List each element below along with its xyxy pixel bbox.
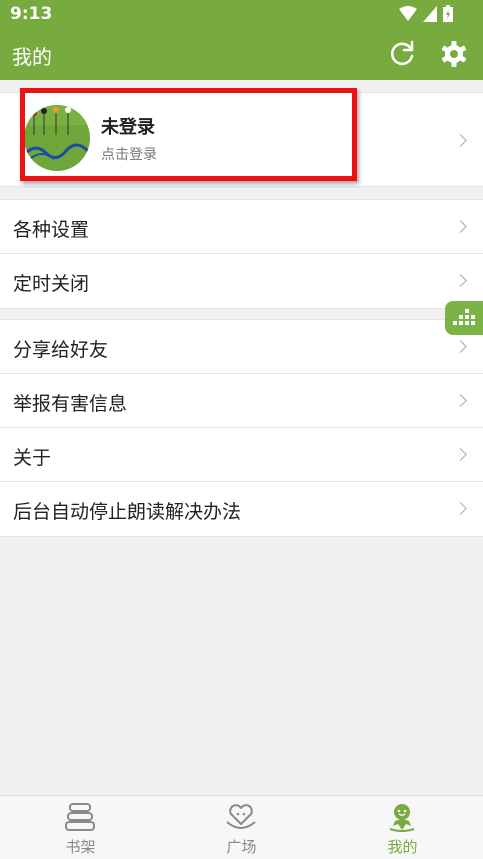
refresh-icon[interactable] (387, 39, 417, 69)
menu-item-sleep-timer[interactable]: 定时关闭 (0, 254, 483, 308)
status-time: 9:13 (10, 4, 53, 24)
menu-item-label: 定时关闭 (13, 273, 90, 295)
chevron-right-icon (454, 220, 467, 233)
menu-item-settings[interactable]: 各种设置 (0, 200, 483, 254)
menu-item-report[interactable]: 举报有害信息 (0, 374, 483, 428)
tab-label: 书架 (65, 838, 96, 856)
profile-name: 未登录 (101, 117, 155, 138)
chevron-right-icon (454, 340, 467, 353)
user-mascot-icon (389, 804, 415, 832)
login-hint: 点击登录 (101, 147, 157, 163)
bottom-navigation: 书架 广场 我的 (0, 795, 483, 859)
chevron-right-icon (454, 502, 467, 515)
chevron-right-icon (454, 448, 467, 461)
wifi-icon (399, 5, 417, 21)
chevron-right-icon (454, 394, 467, 407)
equalizer-icon (453, 309, 475, 325)
menu-item-label: 举报有害信息 (13, 393, 128, 415)
menu-item-label: 关于 (13, 447, 52, 469)
tab-plaza[interactable]: 广场 (161, 796, 322, 859)
floating-player-button[interactable] (445, 301, 483, 335)
login-profile-card[interactable]: 未登录 点击登录 (0, 92, 483, 187)
app-bar: 我的 (0, 28, 483, 80)
tab-label: 广场 (226, 838, 257, 856)
menu-item-label: 各种设置 (13, 219, 90, 241)
settings-group-2: 分享给好友 举报有害信息 关于 后台自动停止朗读解决办法 (0, 319, 483, 537)
settings-gear-icon[interactable] (439, 39, 469, 69)
heart-plaza-icon (226, 804, 256, 829)
avatar (24, 105, 90, 171)
status-bar: 9:13 (0, 0, 483, 28)
chevron-right-icon (454, 274, 467, 287)
page-title: 我的 (12, 45, 52, 69)
battery-icon (443, 5, 453, 22)
tab-mine[interactable]: 我的 (322, 796, 483, 859)
menu-item-label: 后台自动停止朗读解决办法 (13, 501, 242, 523)
bookshelf-icon (65, 803, 95, 831)
signal-icon (423, 5, 437, 22)
menu-item-label: 分享给好友 (13, 339, 109, 361)
tab-bookshelf[interactable]: 书架 (0, 796, 161, 859)
menu-item-about[interactable]: 关于 (0, 428, 483, 482)
tab-label: 我的 (387, 838, 418, 856)
menu-item-share[interactable]: 分享给好友 (0, 320, 483, 374)
menu-item-background-stop-fix[interactable]: 后台自动停止朗读解决办法 (0, 482, 483, 536)
system-icons (399, 5, 453, 22)
settings-group-1: 各种设置 定时关闭 (0, 199, 483, 309)
chevron-right-icon (454, 134, 467, 147)
